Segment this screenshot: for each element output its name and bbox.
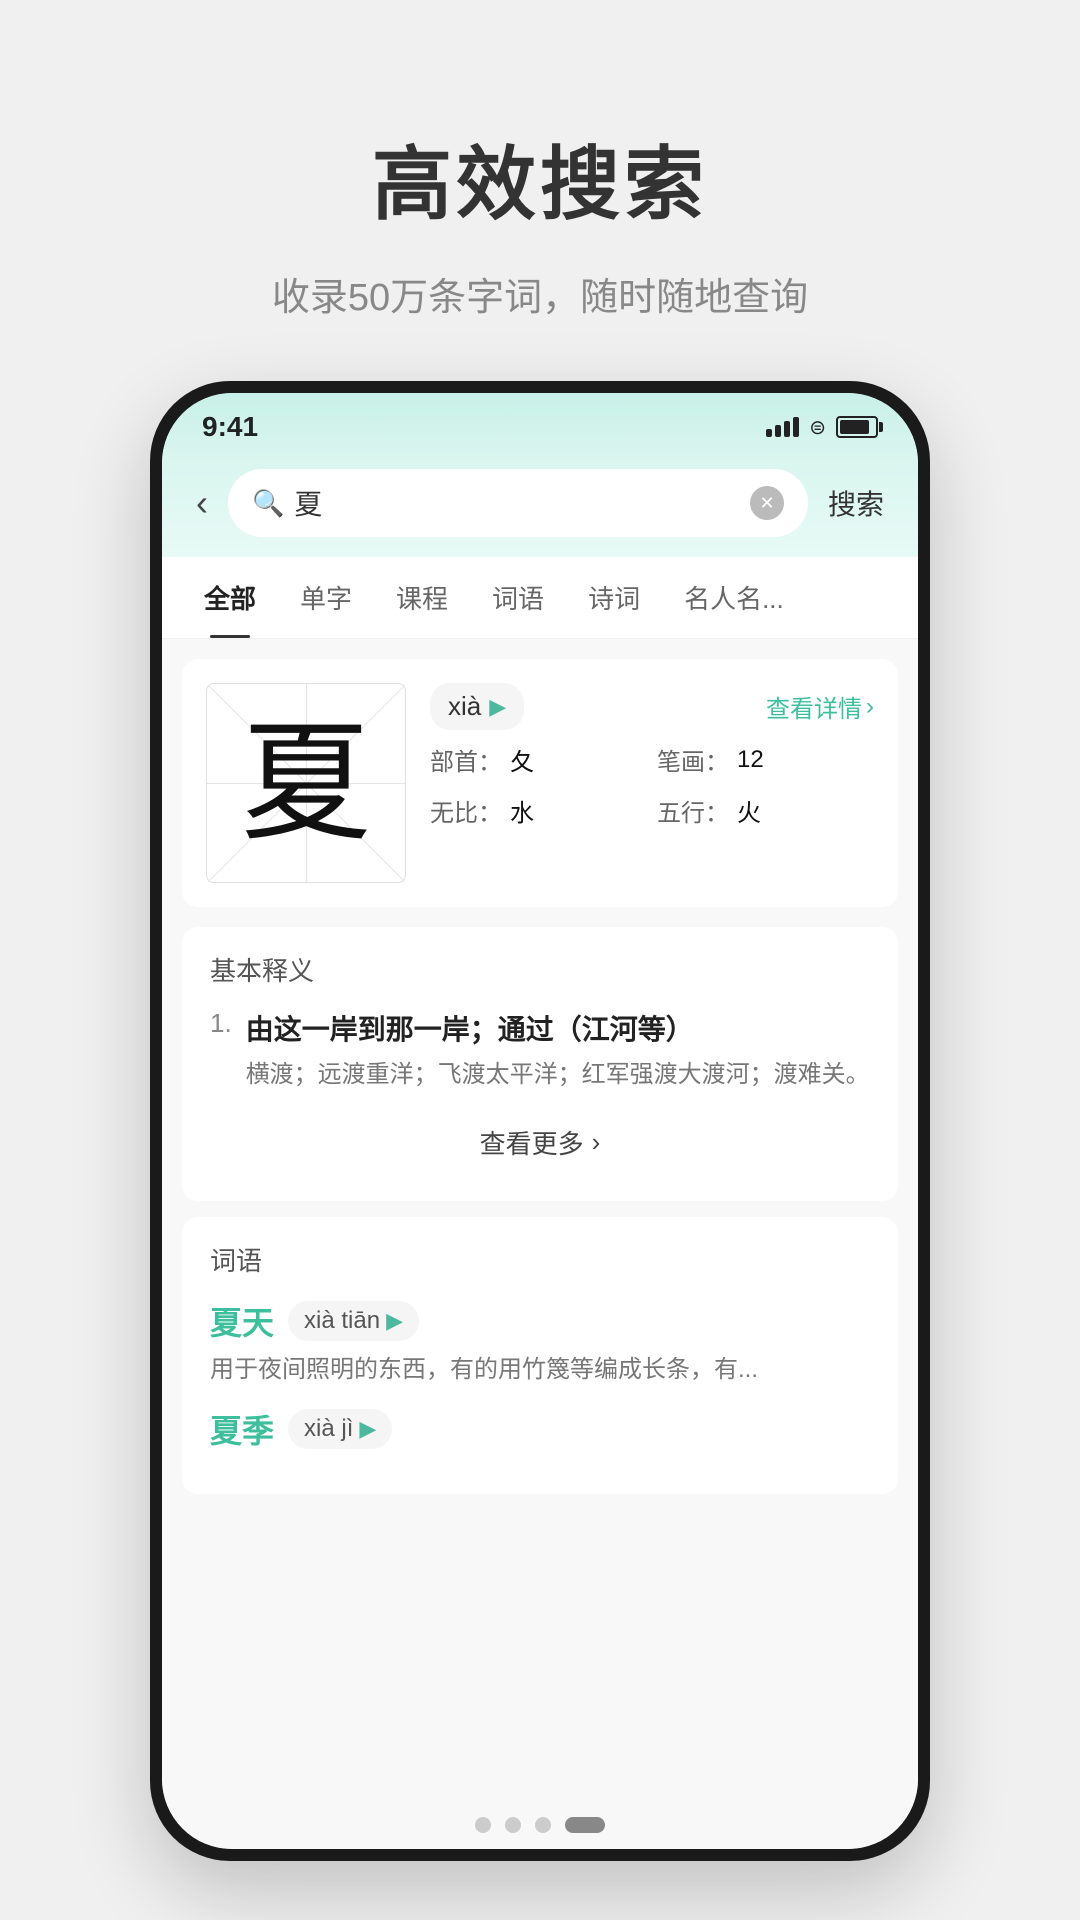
def-content: 由这一岸到那一岸；通过（江河等） 横渡；远渡重洋；飞渡太平洋；红军强渡大渡河；渡…: [246, 1008, 870, 1094]
bushou-value: 夂: [510, 742, 534, 777]
dot-4-active: [565, 1817, 605, 1833]
tab-all[interactable]: 全部: [182, 557, 278, 638]
signal-bar-3: [784, 421, 790, 437]
bushou-label: 部首：: [430, 742, 502, 777]
word-desc-1: 用于夜间照明的东西，有的用竹篾等编成长条，有...: [210, 1352, 870, 1388]
character-display: 夏: [241, 718, 371, 848]
word-pinyin-2: xià jì: [304, 1415, 353, 1443]
signal-bar-4: [793, 417, 799, 437]
bihua-value: 12: [737, 746, 764, 774]
word-sound-icon-1[interactable]: ▶: [386, 1308, 403, 1334]
wubi-value: 水: [510, 793, 534, 828]
chevron-right-icon: ›: [866, 693, 874, 721]
signal-bar-2: [775, 425, 781, 437]
word-pinyin-badge-1: xià tiān ▶: [288, 1301, 419, 1341]
word-chinese-1: 夏天: [210, 1298, 274, 1344]
search-area: ‹ 🔍 夏 ✕ 搜索: [162, 453, 918, 557]
chevron-right-icon-more: ›: [592, 1127, 601, 1158]
see-more-button[interactable]: 查看更多 ›: [210, 1108, 870, 1177]
tab-word[interactable]: 词语: [470, 557, 566, 638]
pinyin-text: xià: [448, 691, 481, 722]
word-item-1[interactable]: 夏天 xià tiān ▶ 用于夜间照明的东西，有的用竹篾等编成长条，有...: [210, 1298, 870, 1388]
word-header-2: 夏季 xià jì ▶: [210, 1406, 870, 1452]
battery-fill: [840, 420, 869, 434]
word-pinyin-1: xià tiān: [304, 1307, 380, 1335]
dot-3: [535, 1817, 551, 1833]
wuxing-value: 火: [737, 793, 761, 828]
hero-section: 高效搜索 收录50万条字词，随时随地查询: [0, 0, 1080, 381]
page-subtitle: 收录50万条字词，随时随地查询: [272, 266, 808, 321]
wifi-icon: ⊜: [809, 415, 826, 440]
character-details: 部首： 夂 笔画： 12 无比： 水 五行： 火: [430, 742, 874, 828]
wuxing-label: 五行：: [657, 793, 729, 828]
definition-item-1: 1. 由这一岸到那一岸；通过（江河等） 横渡；远渡重洋；飞渡太平洋；红军强渡大渡…: [210, 1008, 870, 1094]
clear-button[interactable]: ✕: [750, 486, 784, 520]
tab-poem[interactable]: 诗词: [566, 557, 662, 638]
battery-icon: [836, 416, 878, 438]
search-submit-button[interactable]: 搜索: [824, 483, 888, 523]
search-box[interactable]: 🔍 夏 ✕: [228, 469, 808, 537]
back-button[interactable]: ‹: [192, 478, 212, 528]
dot-1: [475, 1817, 491, 1833]
signal-icon: [766, 417, 799, 437]
wubi-label: 无比：: [430, 793, 502, 828]
page-title: 高效搜索: [372, 120, 708, 236]
word-header-1: 夏天 xià tiān ▶: [210, 1298, 870, 1344]
basic-meaning-card: 基本释义 1. 由这一岸到那一岸；通过（江河等） 横渡；远渡重洋；飞渡太平洋；红…: [182, 927, 898, 1201]
signal-bar-1: [766, 429, 772, 437]
word-sound-icon-2[interactable]: ▶: [359, 1416, 376, 1442]
status-icons: ⊜: [766, 415, 878, 440]
word-chinese-2: 夏季: [210, 1406, 274, 1452]
tab-famous[interactable]: 名人名...: [662, 557, 806, 638]
detail-link[interactable]: 查看详情 ›: [766, 689, 874, 724]
def-number: 1.: [210, 1008, 232, 1094]
pinyin-badge: xià ▶: [430, 683, 524, 730]
character-card: 夏 xià ▶ 查看详情 ›: [182, 659, 898, 907]
word-pinyin-badge-2: xià jì ▶: [288, 1409, 392, 1449]
basic-meaning-title: 基本释义: [210, 951, 870, 988]
dot-2: [505, 1817, 521, 1833]
phone-screen: 9:41 ⊜ ‹ 🔍 夏 ✕ 搜索: [162, 393, 918, 1849]
def-example: 横渡；远渡重洋；飞渡太平洋；红军强渡大渡河；渡难关。: [246, 1056, 870, 1094]
pinyin-row: xià ▶ 查看详情 ›: [430, 683, 874, 730]
tab-character[interactable]: 单字: [278, 557, 374, 638]
status-bar: 9:41 ⊜: [162, 393, 918, 453]
character-info: xià ▶ 查看详情 › 部首： 夂: [430, 683, 874, 883]
search-icon: 🔍: [252, 488, 284, 519]
words-title: 词语: [210, 1241, 870, 1278]
content-area: 夏 xià ▶ 查看详情 ›: [162, 639, 918, 1801]
word-item-2[interactable]: 夏季 xià jì ▶: [210, 1406, 870, 1452]
detail-link-text: 查看详情: [766, 689, 862, 724]
tab-course[interactable]: 课程: [374, 557, 470, 638]
status-time: 9:41: [202, 411, 258, 443]
wuxing-item: 五行： 火: [657, 793, 874, 828]
page-dots: [162, 1801, 918, 1849]
phone-frame: 9:41 ⊜ ‹ 🔍 夏 ✕ 搜索: [150, 381, 930, 1861]
sound-icon[interactable]: ▶: [489, 694, 506, 720]
character-image-box: 夏: [206, 683, 406, 883]
bihua-item: 笔画： 12: [657, 742, 874, 777]
words-section: 词语 夏天 xià tiān ▶ 用于夜间照明的东西，有的用竹篾等编成长条，有.…: [182, 1217, 898, 1494]
def-main: 由这一岸到那一岸；通过（江河等）: [246, 1008, 870, 1048]
tabs-bar: 全部 单字 课程 词语 诗词 名人名...: [162, 557, 918, 639]
bushou-item: 部首： 夂: [430, 742, 647, 777]
wubi-item: 无比： 水: [430, 793, 647, 828]
search-input[interactable]: 夏: [294, 483, 740, 523]
bihua-label: 笔画：: [657, 742, 729, 777]
see-more-text: 查看更多: [480, 1124, 584, 1161]
